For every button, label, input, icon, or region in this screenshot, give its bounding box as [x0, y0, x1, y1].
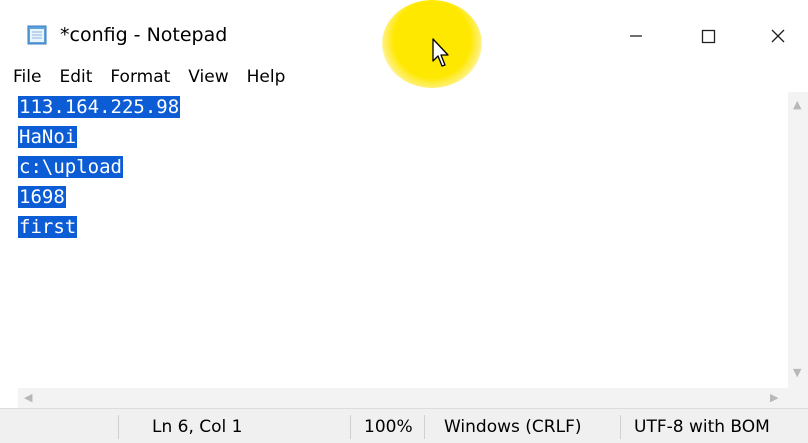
notepad-window: *config - Notepad File Edit Format View … — [0, 0, 808, 443]
text-line: 1698 — [18, 182, 788, 212]
status-divider — [350, 415, 351, 439]
selected-text: c:\upload — [18, 156, 123, 178]
status-divider — [424, 415, 425, 439]
menu-help[interactable]: Help — [247, 67, 286, 87]
selected-text: 113.164.225.98 — [18, 96, 181, 118]
menu-format[interactable]: Format — [110, 67, 170, 87]
vertical-scrollbar[interactable]: ▲ ▼ — [788, 92, 808, 388]
status-cursor-position: Ln 6, Col 1 — [152, 416, 243, 437]
status-zoom: 100% — [364, 416, 413, 437]
status-encoding: UTF-8 with BOM — [634, 416, 770, 437]
text-line: HaNoi — [18, 122, 788, 152]
maximize-button[interactable] — [678, 14, 738, 58]
status-divider — [118, 415, 119, 439]
close-icon — [771, 29, 785, 43]
text-line: 113.164.225.98 — [18, 92, 788, 122]
selected-text: first — [18, 216, 78, 238]
text-editor[interactable]: 113.164.225.98 HaNoi c:\upload 1698 firs… — [18, 92, 788, 388]
scroll-up-icon[interactable]: ▲ — [793, 98, 801, 111]
selected-text: HaNoi — [18, 126, 78, 148]
menu-bar: File Edit Format View Help — [0, 62, 808, 92]
status-line-ending: Windows (CRLF) — [444, 416, 582, 437]
status-bar: Ln 6, Col 1 100% Windows (CRLF) UTF-8 wi… — [0, 408, 808, 443]
maximize-icon — [701, 29, 715, 43]
scroll-left-icon[interactable]: ◀ — [24, 391, 32, 404]
minimize-button[interactable] — [606, 14, 666, 58]
text-line: c:\upload — [18, 152, 788, 182]
menu-edit[interactable]: Edit — [59, 67, 92, 87]
text-line: first — [18, 212, 788, 242]
notepad-icon — [27, 25, 47, 45]
menu-file[interactable]: File — [13, 67, 41, 87]
close-button[interactable] — [748, 14, 808, 58]
scroll-down-icon[interactable]: ▼ — [793, 366, 801, 379]
selected-text: 1698 — [18, 186, 66, 208]
horizontal-scrollbar[interactable]: ◀ ▶ — [18, 388, 788, 408]
status-divider — [620, 415, 621, 439]
menu-view[interactable]: View — [188, 67, 228, 87]
minimize-icon — [630, 35, 642, 37]
scrollbar-corner — [788, 388, 808, 408]
scroll-right-icon[interactable]: ▶ — [770, 391, 778, 404]
window-title: *config - Notepad — [60, 24, 228, 46]
